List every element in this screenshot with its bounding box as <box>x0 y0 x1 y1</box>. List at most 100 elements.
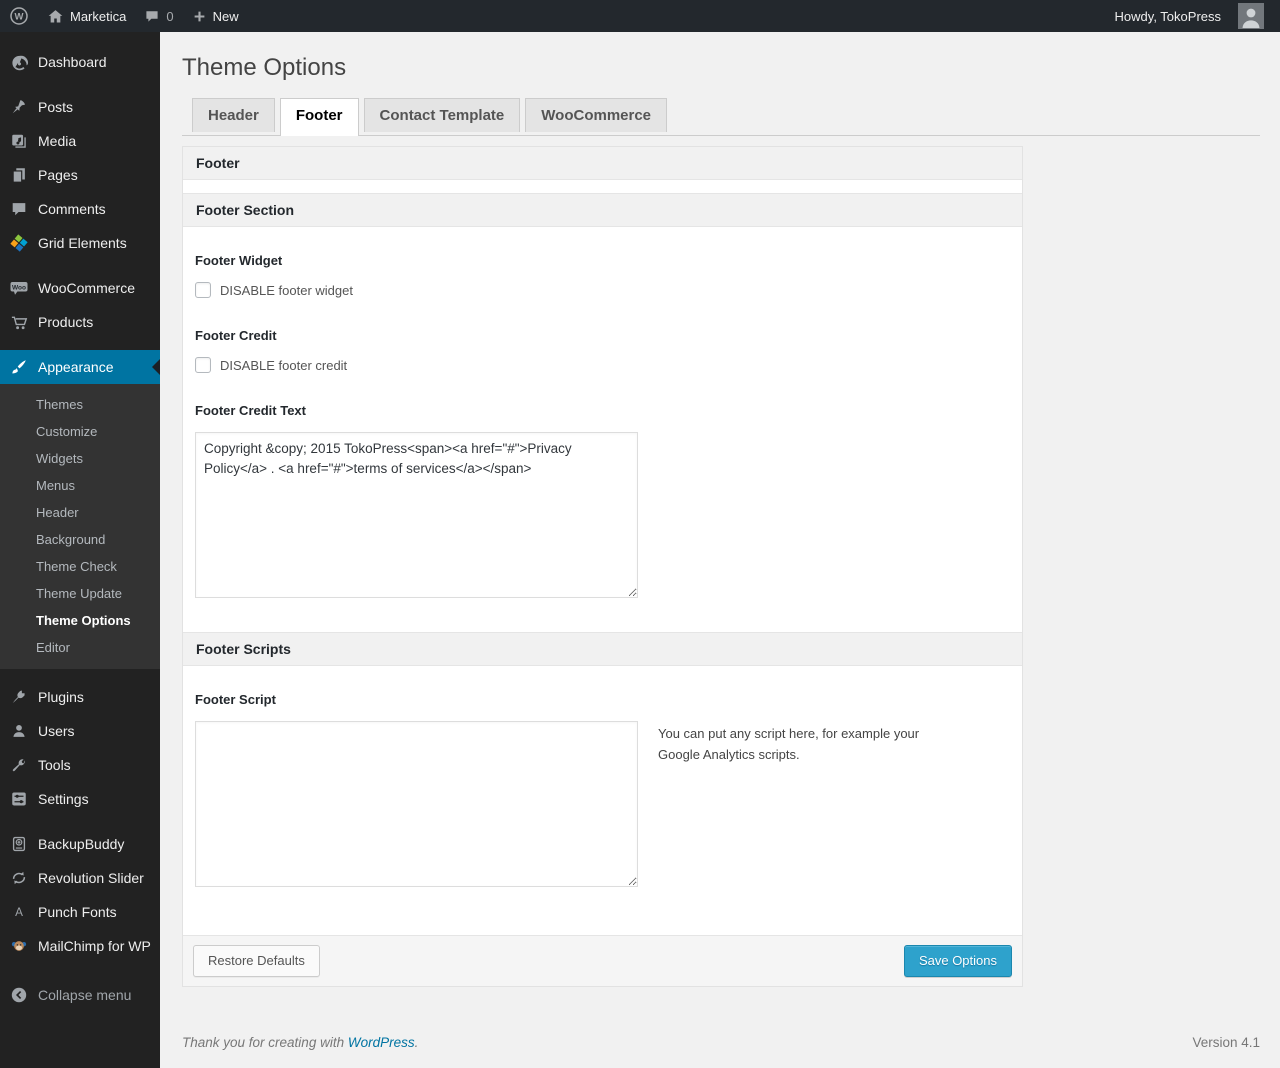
tools-wrench-icon <box>9 755 29 775</box>
settings-sliders-icon <box>9 789 29 809</box>
posts-icon <box>9 97 29 117</box>
sidebar-item-label: Comments <box>38 201 106 217</box>
page-title: Theme Options <box>182 54 347 81</box>
sidebar-item-label: Products <box>38 314 94 330</box>
sidebar-item-plugins[interactable]: Plugins <box>0 680 160 714</box>
panel-spacer <box>183 180 1022 193</box>
sidebar-item-label: Users <box>38 723 75 739</box>
current-menu-arrow-icon <box>144 359 160 375</box>
woocommerce-icon: Woo <box>9 278 29 298</box>
wordpress-logo-menu[interactable]: W <box>0 0 38 32</box>
footer-script-label: Footer Script <box>195 692 276 707</box>
admin-footer: Thank you for creating with WordPress. V… <box>182 987 1260 1068</box>
footer-credit-label: Footer Credit <box>195 328 277 343</box>
disable-footer-credit-checkbox[interactable] <box>195 357 211 373</box>
sidebar-item-products[interactable]: Products <box>0 305 160 339</box>
comments-icon <box>9 199 29 219</box>
comment-count: 0 <box>166 8 174 24</box>
sidebar-item-posts[interactable]: Posts <box>0 90 160 124</box>
sidebar-item-label: Punch Fonts <box>38 904 117 920</box>
sidebar-item-users[interactable]: Users <box>0 714 160 748</box>
site-name: Marketica <box>70 8 127 24</box>
svg-text:A: A <box>15 906 23 919</box>
submenu-item-theme-update[interactable]: Theme Update <box>0 580 160 607</box>
footer-credit-checkbox-row: DISABLE footer credit <box>195 357 1010 373</box>
restore-defaults-button[interactable]: Restore Defaults <box>193 945 320 978</box>
tab-woocommerce[interactable]: WooCommerce <box>525 98 668 132</box>
footer-credit-text-textarea[interactable]: Copyright &copy; 2015 TokoPress<span><a … <box>195 432 638 598</box>
footer-scripts-bar: Footer Scripts <box>183 632 1022 666</box>
sidebar-item-grid-elements[interactable]: Grid Elements <box>0 226 160 260</box>
thanks-prefix: Thank you for creating with <box>182 1035 348 1051</box>
products-cart-icon <box>9 312 29 332</box>
submenu-item-themes[interactable]: Themes <box>0 391 160 418</box>
sidebar-item-label: Tools <box>38 757 71 773</box>
submenu-item-editor[interactable]: Editor <box>0 634 160 661</box>
comments-menu[interactable]: 0 <box>135 0 182 32</box>
sidebar-item-punch-fonts[interactable]: A Punch Fonts <box>0 895 160 929</box>
new-content-menu[interactable]: New <box>183 0 248 32</box>
collapse-arrow-icon <box>9 985 29 1005</box>
tab-header[interactable]: Header <box>192 98 275 132</box>
plus-icon <box>192 9 207 24</box>
group-title-bar: Footer <box>183 147 1022 180</box>
disable-footer-widget-checkbox[interactable] <box>195 282 211 298</box>
appearance-submenu: Themes Customize Widgets Menus Header Ba… <box>0 384 160 669</box>
backupbuddy-icon <box>9 834 29 854</box>
grid-elements-icon <box>9 233 29 253</box>
footer-widget-label: Footer Widget <box>195 253 283 268</box>
pages-icon <box>9 165 29 185</box>
theme-options-panel: Footer Footer Section Footer Widget DISA… <box>182 146 1023 988</box>
panel-action-bar: Restore Defaults Save Options <box>183 935 1022 987</box>
collapse-menu-button[interactable]: Collapse menu <box>0 978 160 1012</box>
tab-footer[interactable]: Footer <box>279 98 359 136</box>
sidebar-item-label: Dashboard <box>38 54 107 70</box>
sidebar-item-media[interactable]: Media <box>0 124 160 158</box>
sidebar-item-label: MailChimp for WP <box>38 938 151 954</box>
sidebar-item-settings[interactable]: Settings <box>0 782 160 816</box>
dashboard-icon <box>9 52 29 72</box>
sidebar-item-appearance[interactable]: Appearance <box>0 350 160 384</box>
footer-section-content: Footer Widget DISABLE footer widget Foot… <box>183 253 1022 632</box>
submenu-item-menus[interactable]: Menus <box>0 472 160 499</box>
sidebar-item-dashboard[interactable]: Dashboard <box>0 45 160 79</box>
sidebar-item-tools[interactable]: Tools <box>0 748 160 782</box>
sidebar-item-pages[interactable]: Pages <box>0 158 160 192</box>
sidebar-item-backupbuddy[interactable]: BackupBuddy <box>0 827 160 861</box>
admin-sidebar: Dashboard Posts Media Pages Comments Gri… <box>0 32 160 1068</box>
site-name-menu[interactable]: Marketica <box>38 0 135 32</box>
avatar[interactable] <box>1238 3 1264 29</box>
submenu-item-widgets[interactable]: Widgets <box>0 445 160 472</box>
submenu-item-background[interactable]: Background <box>0 526 160 553</box>
submenu-item-header[interactable]: Header <box>0 499 160 526</box>
punch-fonts-letter-icon: A <box>9 902 29 922</box>
sidebar-item-label: Plugins <box>38 689 84 705</box>
sidebar-item-label: Settings <box>38 791 89 807</box>
collapse-menu-label: Collapse menu <box>38 987 132 1003</box>
submenu-item-customize[interactable]: Customize <box>0 418 160 445</box>
sidebar-item-mailchimp[interactable]: MailChimp for WP <box>0 929 160 963</box>
sidebar-item-label: Pages <box>38 167 78 183</box>
footer-script-textarea[interactable] <box>195 721 638 887</box>
submenu-item-theme-options[interactable]: Theme Options <box>0 607 160 634</box>
sidebar-item-revolution-slider[interactable]: Revolution Slider <box>0 861 160 895</box>
appearance-brush-icon <box>9 357 29 377</box>
mailchimp-monkey-icon <box>9 936 29 956</box>
thanks-suffix: . <box>414 1035 419 1051</box>
admin-bar: W Marketica 0 New Howdy, TokoPress <box>0 0 1280 32</box>
home-icon <box>47 8 64 25</box>
save-options-button[interactable]: Save Options <box>903 945 1012 978</box>
version-text: Version 4.1 <box>1192 1035 1260 1051</box>
new-label: New <box>212 8 239 24</box>
sidebar-item-label: BackupBuddy <box>38 836 125 852</box>
sidebar-item-label: Appearance <box>38 359 114 375</box>
wordpress-link[interactable]: WordPress <box>348 1035 415 1050</box>
submenu-item-theme-check[interactable]: Theme Check <box>0 553 160 580</box>
tab-contact-template[interactable]: Contact Template <box>363 98 521 132</box>
footer-scripts-content: Footer Script You can put any script her… <box>183 692 1022 935</box>
sidebar-item-woocommerce[interactable]: Woo WooCommerce <box>0 271 160 305</box>
howdy-account-menu[interactable]: Howdy, TokoPress <box>1106 0 1230 32</box>
sidebar-item-comments[interactable]: Comments <box>0 192 160 226</box>
sidebar-item-label: Media <box>38 133 77 149</box>
revolution-slider-icon <box>9 868 29 888</box>
